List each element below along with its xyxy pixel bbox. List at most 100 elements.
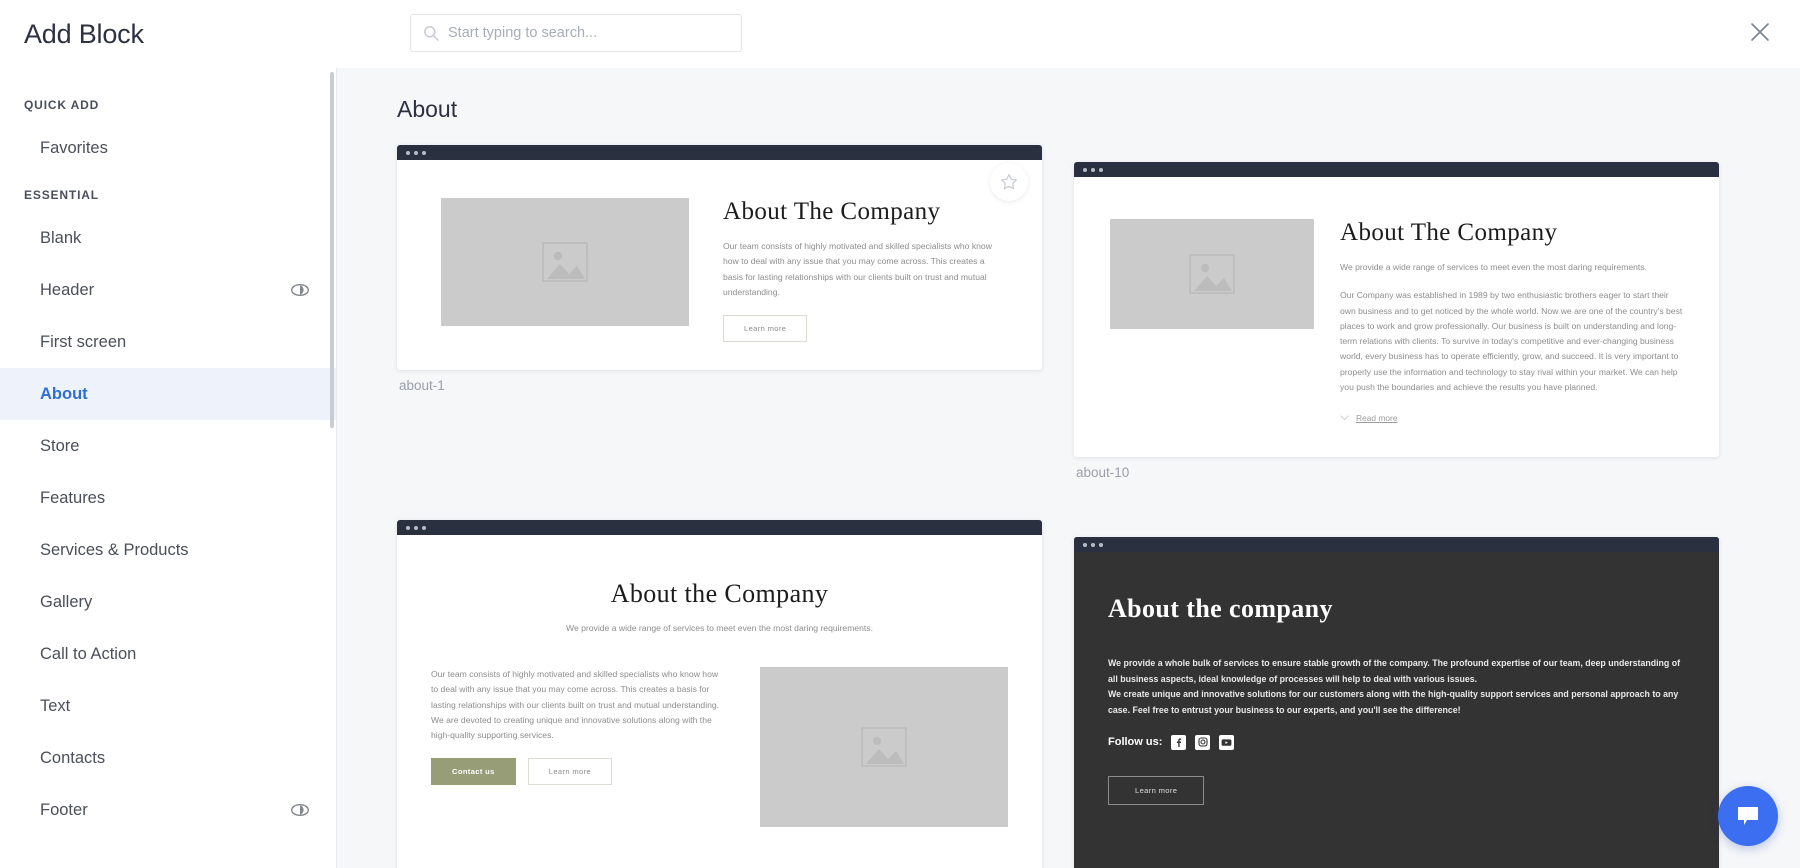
preview-content: About the Company We provide a wide rang… bbox=[397, 535, 1042, 827]
close-icon bbox=[1751, 23, 1769, 41]
preview-paragraph: Our team consists of highly motivated an… bbox=[431, 669, 720, 741]
block-card-about-bottom-left[interactable]: About the Company We provide a wide rang… bbox=[397, 520, 1042, 868]
browser-chrome-bar bbox=[1074, 162, 1719, 177]
window-dot bbox=[1091, 542, 1095, 547]
facebook-icon[interactable] bbox=[1171, 734, 1187, 750]
favorite-button[interactable] bbox=[990, 163, 1028, 201]
sidebar-item-footer[interactable]: Footer bbox=[0, 784, 336, 836]
preview-read-more[interactable]: Read more bbox=[1340, 413, 1683, 423]
block-grid: About The Company Our team consists of h… bbox=[397, 145, 1800, 868]
sidebar-item-favorites[interactable]: Favorites bbox=[0, 122, 336, 174]
sidebar-item-first-screen[interactable]: First screen bbox=[0, 316, 336, 368]
preview-heading: About the Company bbox=[610, 579, 829, 608]
image-icon bbox=[1189, 254, 1235, 294]
sidebar-item-label: Call to Action bbox=[40, 644, 137, 663]
preview-heading: About The Company bbox=[1340, 219, 1558, 246]
window-dot bbox=[422, 150, 426, 155]
page-title: Add Block bbox=[24, 18, 144, 49]
preview-learn-more-button[interactable]: Learn more bbox=[723, 315, 808, 343]
preview-paragraph: Our team consists of highly motivated an… bbox=[723, 241, 992, 297]
browser-chrome-bar bbox=[397, 145, 1042, 160]
sidebar-item-label: First screen bbox=[40, 332, 127, 351]
window-dot bbox=[414, 150, 418, 155]
sidebar-item-label: Text bbox=[40, 696, 71, 715]
preview-content: About the company We provide a whole bul… bbox=[1074, 552, 1719, 847]
sidebar-item-features[interactable]: Features bbox=[0, 472, 336, 524]
sidebar-item-label: Contacts bbox=[40, 748, 106, 767]
window-dot bbox=[1099, 542, 1103, 547]
image-icon bbox=[542, 242, 588, 282]
sidebar-item-label: Favorites bbox=[40, 138, 108, 157]
sidebar-item-header[interactable]: Header bbox=[0, 264, 336, 316]
sidebar-item-store[interactable]: Store bbox=[0, 420, 336, 472]
eye-icon[interactable] bbox=[290, 802, 310, 818]
search-box[interactable] bbox=[410, 14, 742, 52]
sidebar-item-text[interactable]: Text bbox=[0, 680, 336, 732]
sidebar-item-call-to-action[interactable]: Call to Action bbox=[0, 628, 336, 680]
instagram-icon[interactable] bbox=[1195, 734, 1211, 750]
grid-column-left: About The Company Our team consists of h… bbox=[397, 145, 1042, 868]
close-button[interactable] bbox=[1740, 12, 1780, 52]
image-placeholder bbox=[1110, 219, 1314, 329]
section-title: About bbox=[397, 96, 458, 122]
chevron-down-icon bbox=[1340, 415, 1349, 421]
preview-content: About The Company We provide a wide rang… bbox=[1074, 177, 1719, 457]
youtube-icon[interactable] bbox=[1219, 734, 1235, 750]
window-dot bbox=[422, 525, 426, 530]
block-preview[interactable]: About The Company Our team consists of h… bbox=[397, 145, 1042, 370]
preview-subheading: We provide a wide range of services to m… bbox=[566, 623, 873, 633]
sidebar-item-label: Footer bbox=[40, 800, 88, 819]
window-dot bbox=[1091, 167, 1095, 172]
sidebar-item-gallery[interactable]: Gallery bbox=[0, 576, 336, 628]
preview-paragraph-1: We provide a whole bulk of services to e… bbox=[1108, 658, 1681, 684]
sidebar-item-about[interactable]: About bbox=[0, 368, 336, 420]
block-card-about-1[interactable]: About The Company Our team consists of h… bbox=[397, 145, 1042, 370]
grid-column-right: About The Company We provide a wide rang… bbox=[1074, 145, 1719, 868]
preview-intro: We provide a wide range of services to m… bbox=[1340, 262, 1647, 272]
preview-heading: About the company bbox=[1108, 594, 1333, 623]
eye-icon[interactable] bbox=[290, 282, 310, 298]
sidebar-item-label: About bbox=[40, 384, 88, 403]
sidebar-item-label: Blank bbox=[40, 228, 82, 247]
sidebar-item-blank[interactable]: Blank bbox=[0, 212, 336, 264]
sidebar-item-label: Services & Products bbox=[40, 540, 189, 559]
block-preview[interactable]: About the Company We provide a wide rang… bbox=[397, 520, 1042, 868]
block-gallery: About About The Company Our team consist… bbox=[337, 68, 1800, 868]
star-icon bbox=[1001, 174, 1017, 190]
browser-chrome-bar bbox=[397, 520, 1042, 535]
window-dot bbox=[414, 525, 418, 530]
block-preview[interactable]: About The Company We provide a wide rang… bbox=[1074, 162, 1719, 457]
image-placeholder bbox=[760, 667, 1008, 827]
block-card-about-bottom-right[interactable]: About the company We provide a whole bul… bbox=[1074, 537, 1719, 868]
sidebar-item-services-products[interactable]: Services & Products bbox=[0, 524, 336, 576]
sidebar-item-label: Features bbox=[40, 488, 106, 507]
image-icon bbox=[861, 727, 907, 767]
preview-paragraph: Our Company was established in 1989 by t… bbox=[1340, 290, 1683, 393]
window-dot bbox=[406, 150, 410, 155]
chat-bubble-icon bbox=[1738, 807, 1758, 825]
sidebar-item-contacts[interactable]: Contacts bbox=[0, 732, 336, 784]
block-preview[interactable]: About the company We provide a whole bul… bbox=[1074, 537, 1719, 868]
preview-content: About The Company Our team consists of h… bbox=[397, 160, 1042, 370]
sidebar-scrollbar[interactable] bbox=[330, 72, 334, 428]
search-input[interactable] bbox=[448, 25, 729, 41]
follow-us-row: Follow us: bbox=[1108, 734, 1685, 750]
sidebar-item-label: Store bbox=[40, 436, 80, 455]
read-more-label: Read more bbox=[1356, 413, 1398, 424]
window-dot bbox=[406, 525, 410, 530]
preview-contact-us-button[interactable]: Contact us bbox=[431, 758, 516, 786]
preview-learn-more-button[interactable]: Learn more bbox=[1108, 775, 1205, 805]
sidebar-group-essential: ESSENTIAL bbox=[24, 188, 99, 202]
block-id-label: about-10 bbox=[1076, 465, 1130, 480]
sidebar-group-quick-add: QUICK ADD bbox=[24, 98, 100, 112]
sidebar: QUICK ADD Favorites ESSENTIAL Blank Head… bbox=[0, 68, 337, 868]
chat-widget-button[interactable] bbox=[1718, 786, 1778, 846]
search-icon bbox=[424, 26, 439, 41]
preview-learn-more-button[interactable]: Learn more bbox=[527, 758, 613, 786]
block-card-about-10[interactable]: About The Company We provide a wide rang… bbox=[1074, 162, 1719, 457]
add-block-modal: Add Block QUICK ADD Favorites ESSENTIAL bbox=[0, 0, 1800, 868]
preview-heading: About The Company bbox=[723, 198, 941, 225]
block-id-label: about-1 bbox=[399, 378, 445, 393]
sidebar-item-label: Gallery bbox=[40, 592, 93, 611]
preview-paragraph-2: We create unique and innovative solution… bbox=[1108, 689, 1679, 715]
